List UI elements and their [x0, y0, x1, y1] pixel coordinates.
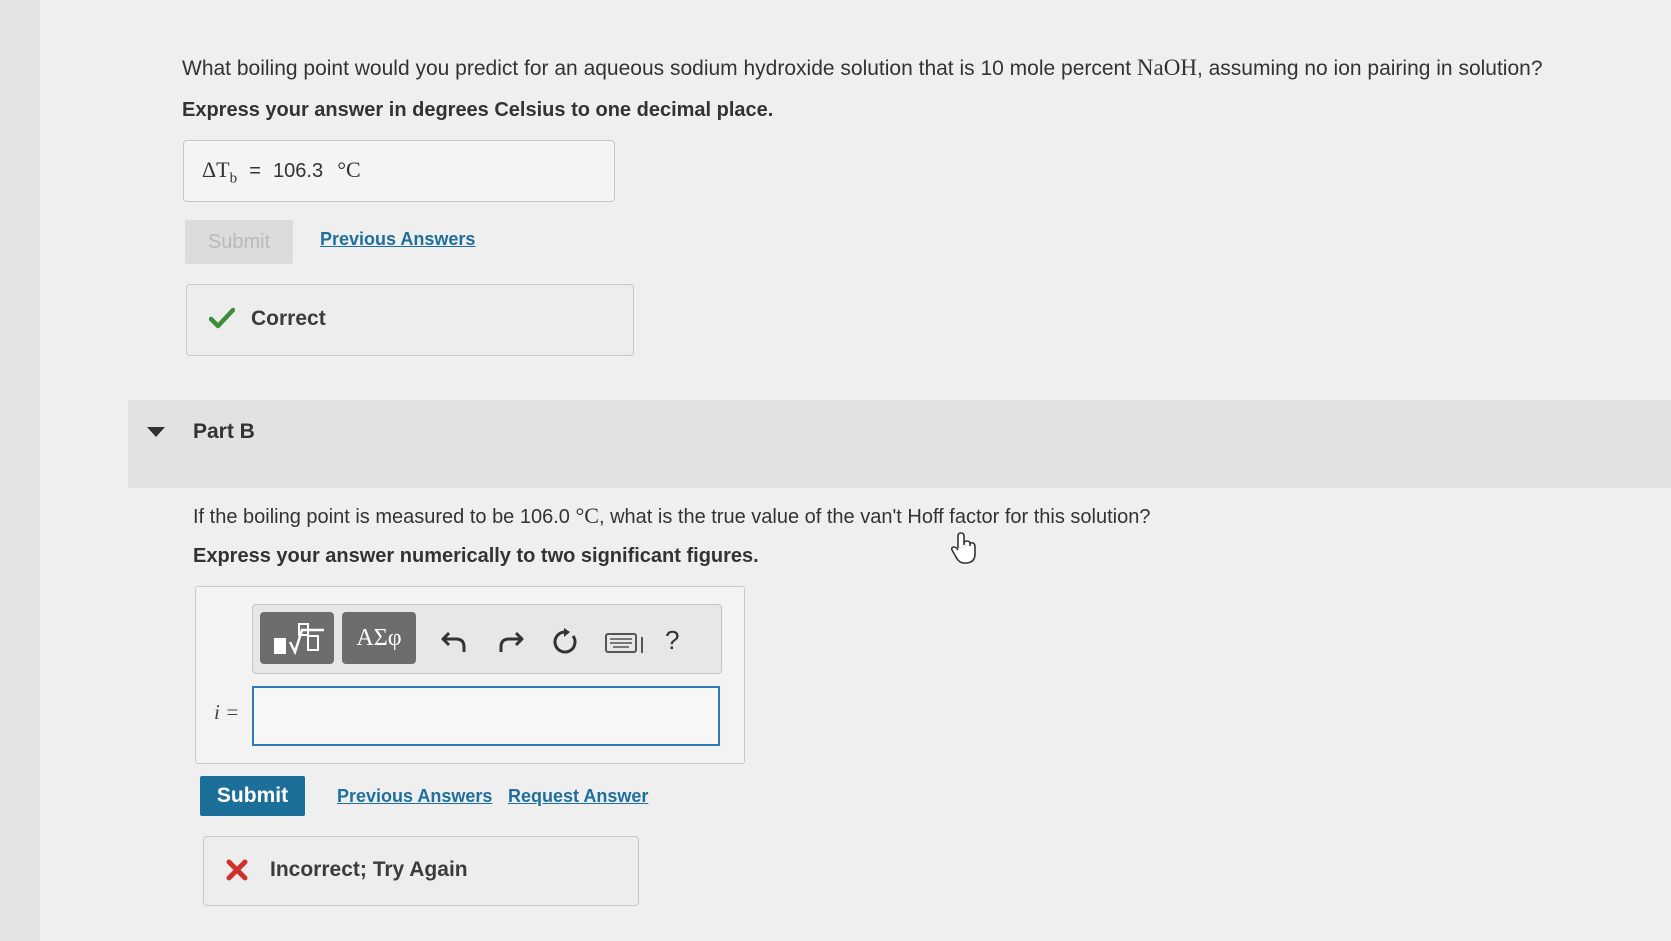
incorrect-x-icon — [226, 859, 248, 881]
part-a-feedback-correct: Correct — [186, 284, 634, 356]
part-b-question-text: If the boiling point is measured to be 1… — [193, 506, 576, 528]
part-b-question: If the boiling point is measured to be 1… — [193, 503, 1151, 529]
collapse-caret-icon[interactable] — [147, 427, 165, 437]
equals-sign: = — [249, 160, 261, 182]
part-a-question: What boiling point would you predict for… — [182, 55, 1543, 81]
part-b-header[interactable] — [128, 400, 1671, 488]
part-a-answer-box: ΔTb = 106.3 °C — [183, 140, 615, 202]
part-b-question-tail: , what is the true value of the van't Ho… — [598, 506, 1151, 528]
equation-toolbar: ΑΣφ ? — [252, 604, 722, 674]
delta-t-subscript: b — [229, 170, 238, 187]
reset-icon[interactable] — [551, 628, 579, 656]
help-button[interactable]: ? — [665, 625, 679, 656]
left-margin — [0, 0, 41, 941]
variable-label: i = — [214, 700, 240, 724]
part-a-question-text: What boiling point would you predict for… — [182, 57, 1137, 80]
part-b-feedback-incorrect: Incorrect; Try Again — [203, 836, 639, 906]
correct-text: Correct — [251, 307, 326, 330]
answer-input[interactable] — [252, 686, 720, 746]
keyboard-icon[interactable] — [605, 631, 647, 657]
part-a-previous-answers-link[interactable]: Previous Answers — [320, 229, 475, 250]
part-a-answer-unit: °C — [337, 157, 361, 182]
undo-icon[interactable] — [440, 629, 468, 655]
delta-t-symbol: ΔT — [202, 157, 230, 182]
checkmark-icon — [209, 307, 235, 329]
part-b-submit-button[interactable]: Submit — [200, 776, 305, 816]
part-b-previous-answers-link[interactable]: Previous Answers — [337, 786, 492, 807]
template-sqrt-button[interactable] — [260, 612, 334, 664]
template-sqrt-icon — [274, 623, 324, 656]
part-b-instruction: Express your answer numerically to two s… — [193, 545, 759, 567]
part-a-submit-button-disabled: Submit — [185, 220, 293, 264]
part-a-instruction: Express your answer in degrees Celsius t… — [182, 99, 774, 121]
part-a-question-tail: , assuming no ion pairing in solution? — [1196, 57, 1543, 80]
incorrect-text: Incorrect; Try Again — [270, 858, 468, 881]
part-a-answer-value: 106.3 — [273, 160, 324, 182]
request-answer-link[interactable]: Request Answer — [508, 786, 648, 807]
part-b-title: Part B — [193, 420, 255, 443]
part-a-answer-expression: ΔTb = 106.3 °C — [202, 157, 361, 187]
part-b-question-unit: °C — [575, 503, 599, 528]
hand-cursor-icon — [950, 532, 976, 564]
redo-icon[interactable] — [497, 629, 525, 655]
naoh-formula: NaOH — [1136, 55, 1197, 80]
symbols-button[interactable]: ΑΣφ — [342, 612, 416, 664]
